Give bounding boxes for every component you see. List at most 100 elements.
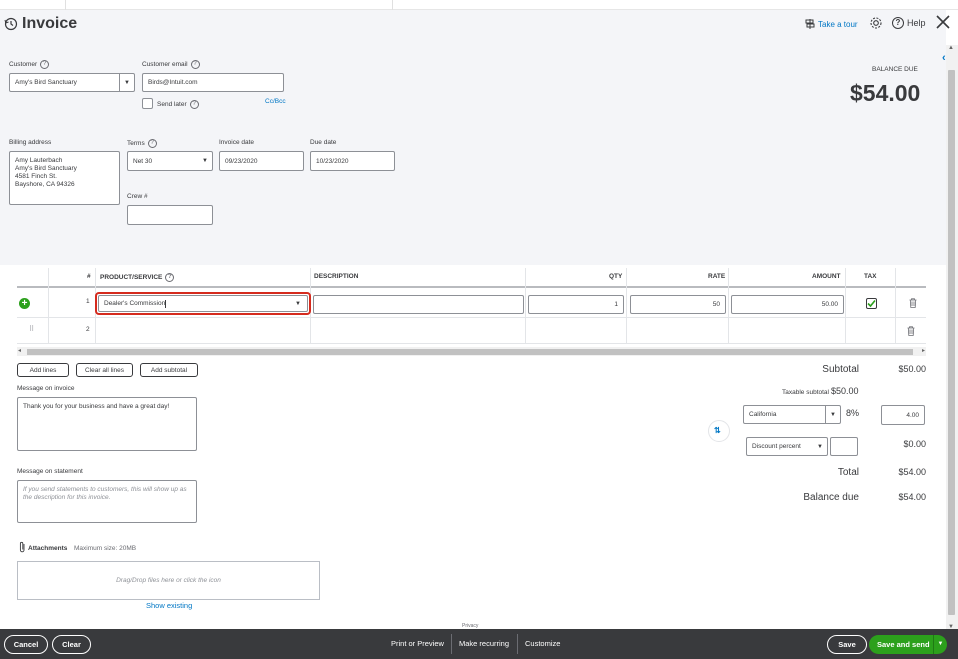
footer-toolbar: Cancel Clear Print or Preview Make recur… — [0, 629, 958, 659]
help-label: Help — [907, 18, 926, 28]
trash-icon[interactable] — [907, 326, 915, 336]
customer-select[interactable]: Amy's Bird Sanctuary ▼ — [9, 73, 135, 92]
subtotal-label: Subtotal — [822, 364, 859, 375]
customize-button[interactable]: Customize — [525, 639, 560, 648]
invoice-date-input[interactable]: 09/23/2020 — [219, 151, 304, 171]
footer-divider — [517, 634, 518, 654]
print-preview-button[interactable]: Print or Preview — [391, 639, 444, 648]
crew-input[interactable] — [127, 205, 213, 225]
discount-type-select[interactable]: Discount percent ▼ — [746, 437, 828, 456]
subtotal-value: $50.00 — [898, 364, 926, 374]
take-tour-label: Take a tour — [818, 19, 858, 29]
add-line-icon[interactable]: + — [19, 298, 30, 309]
info-icon[interactable]: ? — [165, 273, 175, 282]
billing-line: 4581 Finch St. — [15, 173, 57, 180]
add-subtotal-button[interactable]: Add subtotal — [140, 363, 198, 377]
tax-amount-input[interactable]: 4.00 — [881, 405, 925, 425]
table-row[interactable]: + 1 Dealer's Commission ▼ 1 50 50.00 — [17, 290, 926, 318]
qty-input[interactable]: 1 — [528, 295, 624, 314]
info-icon[interactable]: ? — [147, 139, 157, 148]
col-header-rate: RATE — [708, 273, 726, 280]
cancel-button[interactable]: Cancel — [4, 635, 48, 654]
billing-address-label: Billing address — [9, 139, 52, 146]
billing-line: Amy Lauterbach — [15, 157, 63, 164]
col-header-amount: AMOUNT — [812, 273, 841, 280]
table-header: # PRODUCT/SERVICE? DESCRIPTION QTY RATE … — [17, 268, 926, 288]
col-header-description: DESCRIPTION — [314, 273, 359, 280]
history-icon[interactable] — [4, 17, 18, 31]
invoice-header-panel — [0, 10, 946, 265]
gear-icon[interactable] — [869, 16, 883, 30]
attachment-dropzone[interactable]: Drag/Drop files here or click the icon — [17, 561, 320, 600]
tax-settings-button[interactable]: ⇅ — [708, 420, 730, 442]
paperclip-icon — [19, 541, 25, 553]
take-tour-link[interactable]: Take a tour — [805, 19, 858, 29]
chevron-down-icon: ▼ — [817, 443, 823, 450]
qty-value: 1 — [614, 301, 618, 308]
scrollbar-thumb[interactable] — [948, 70, 955, 615]
total-label: Total — [837, 467, 859, 478]
make-recurring-button[interactable]: Make recurring — [459, 639, 509, 648]
discount-value-input[interactable] — [830, 437, 858, 456]
billing-address-input[interactable]: Amy Lauterbach Amy's Bird Sanctuary 4581… — [9, 151, 120, 205]
terms-value: Net 30 — [133, 157, 153, 165]
invoice-date-label: Invoice date — [219, 139, 255, 146]
product-select[interactable]: Dealer's Commission ▼ — [98, 295, 308, 312]
invoice-date-value: 09/23/2020 — [225, 157, 258, 165]
scroll-right-icon[interactable]: ▸ — [922, 347, 925, 354]
send-later-checkbox[interactable] — [142, 98, 153, 109]
save-button[interactable]: Save — [827, 635, 867, 654]
attachments-max-size: Maximum size: 20MB — [74, 545, 137, 552]
swap-arrows-icon: ⇅ — [714, 426, 721, 435]
balance-due-amount: $54.00 — [850, 80, 921, 106]
balance-due-total-value: $54.00 — [898, 492, 926, 502]
clear-button[interactable]: Clear — [52, 635, 91, 654]
vertical-scrollbar[interactable]: ▲ ▼ — [946, 45, 958, 630]
close-icon[interactable] — [935, 14, 951, 30]
rate-value: 50 — [712, 301, 720, 308]
terms-select[interactable]: Net 30 ▼ — [127, 151, 213, 171]
trash-icon[interactable] — [909, 298, 917, 308]
total-value: $54.00 — [898, 467, 926, 477]
horizontal-scrollbar[interactable]: ◂ ▸ — [17, 347, 926, 356]
discount-type-value: Discount percent — [752, 443, 801, 450]
info-icon[interactable]: ? — [40, 60, 50, 69]
scroll-up-icon[interactable]: ▲ — [948, 45, 954, 51]
row-number: 2 — [86, 326, 90, 333]
rate-input[interactable]: 50 — [630, 295, 726, 314]
drag-handle-icon[interactable]: ⠿ — [29, 325, 34, 333]
billing-line: Bayshore, CA 94326 — [15, 181, 75, 188]
info-icon[interactable]: ? — [190, 60, 200, 69]
customer-label: Customer? — [9, 60, 50, 69]
show-existing-link[interactable]: Show existing — [146, 601, 192, 610]
tax-rate: 8% — [845, 408, 859, 418]
due-date-input[interactable]: 10/23/2020 — [310, 151, 395, 171]
customer-email-input[interactable]: Birds@Intuit.com — [142, 73, 284, 92]
attachments-label: Attachments — [28, 545, 68, 552]
amount-input[interactable]: 50.00 — [731, 295, 844, 314]
send-later-label: Send later? — [157, 100, 199, 109]
clear-all-lines-button[interactable]: Clear all lines — [76, 363, 133, 377]
customer-email-value: Birds@Intuit.com — [148, 79, 198, 86]
message-statement-input[interactable]: If you send statements to customers, thi… — [17, 480, 197, 523]
help-button[interactable]: ? Help — [892, 17, 926, 29]
due-date-label: Due date — [310, 139, 337, 146]
add-lines-button[interactable]: Add lines — [17, 363, 69, 377]
message-invoice-input[interactable]: Thank you for your business and have a g… — [17, 397, 197, 451]
chevron-down-icon[interactable]: ▼ — [933, 635, 947, 654]
dropzone-hint: Drag/Drop files here or click the icon — [116, 577, 221, 584]
help-icon: ? — [892, 17, 904, 29]
save-and-send-button[interactable]: Save and send ▼ — [869, 635, 947, 654]
footer-divider — [451, 634, 452, 654]
description-input[interactable] — [313, 295, 524, 314]
col-header-tax: TAX — [864, 273, 877, 280]
info-icon[interactable]: ? — [189, 100, 199, 109]
cc-bcc-link[interactable]: Cc/Bcc — [265, 98, 286, 105]
tax-checkbox[interactable] — [866, 298, 877, 309]
customer-email-label: Customer email? — [142, 60, 200, 69]
scrollbar-thumb[interactable] — [27, 349, 913, 355]
scroll-left-icon[interactable]: ◂ — [18, 347, 21, 354]
table-row[interactable]: ⠿ 2 — [17, 318, 926, 344]
tax-region-select[interactable]: California ▼ — [743, 405, 841, 424]
message-statement-placeholder: If you send statements to customers, thi… — [23, 486, 187, 501]
